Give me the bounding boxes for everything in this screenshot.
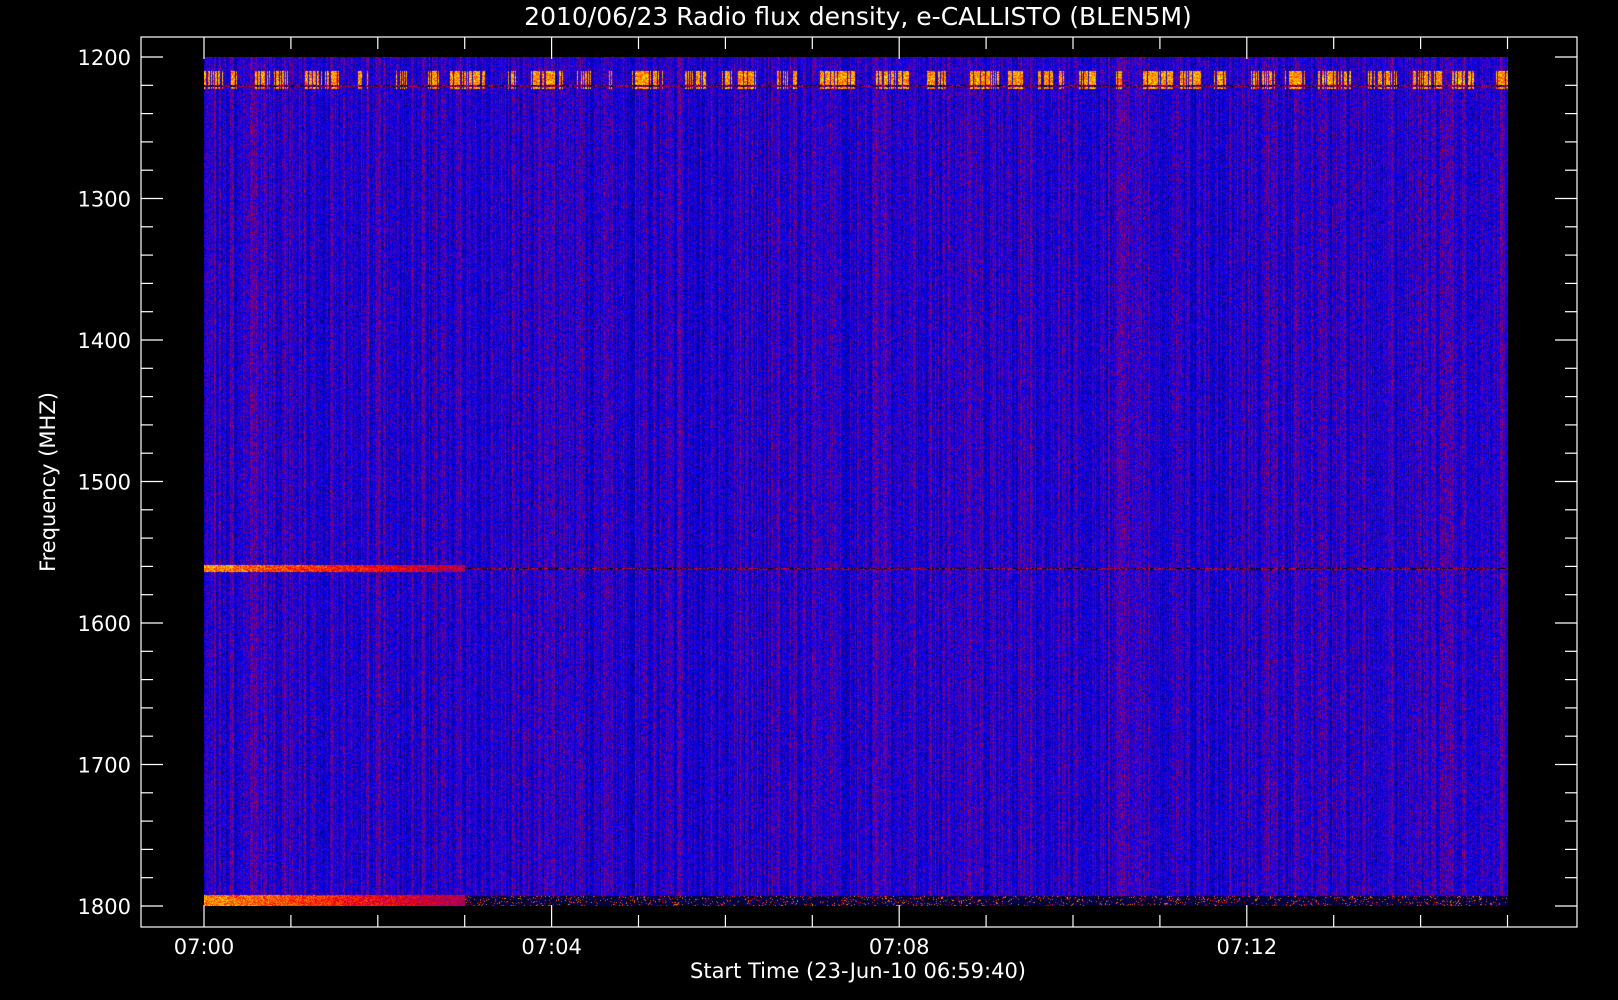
plot-area (204, 57, 1508, 906)
y-tick-label: 1800 (78, 895, 131, 919)
y-tick-label: 1200 (78, 46, 131, 70)
y-tick-label: 1600 (78, 612, 131, 636)
x-tick-label: 07:04 (521, 935, 582, 959)
x-axis-label: Start Time (23-Jun-10 06:59:40) (690, 959, 1026, 983)
y-tick-label: 1300 (78, 188, 131, 212)
x-tick-label: 07:12 (1217, 935, 1278, 959)
spectrogram-heatmap (204, 57, 1508, 906)
spectrogram-chart: 2010/06/23 Radio flux density, e-CALLIST… (0, 0, 1618, 1000)
y-tick-label: 1400 (78, 329, 131, 353)
y-tick-label: 1500 (78, 471, 131, 495)
chart-title: 2010/06/23 Radio flux density, e-CALLIST… (524, 2, 1192, 31)
x-tick-label: 07:08 (869, 935, 930, 959)
x-tick-label: 07:00 (174, 935, 235, 959)
y-tick-label: 1700 (78, 754, 131, 778)
y-axis-label: Frequency (MHZ) (36, 392, 60, 572)
